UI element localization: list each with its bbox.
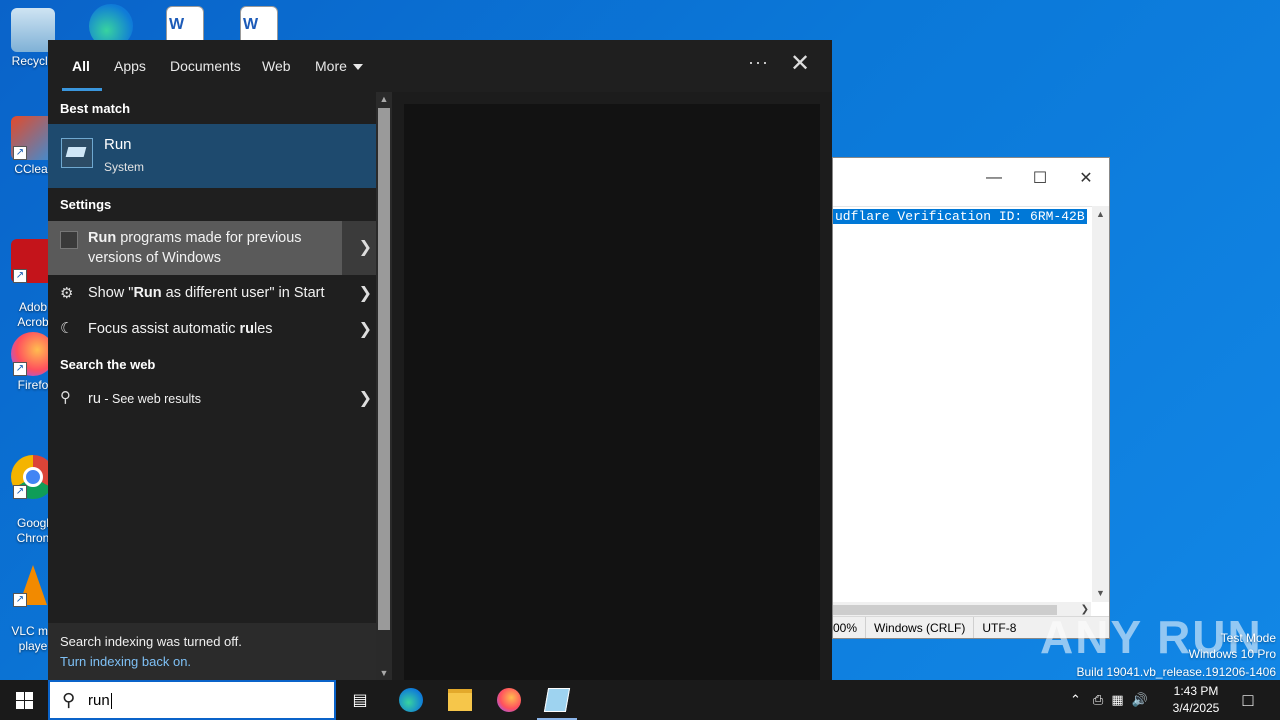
search-icon: ⚲: [62, 690, 76, 710]
web-search-result[interactable]: ⚲ ru - See web results ❯: [48, 382, 376, 416]
watermark-line1: Test Mode: [1220, 631, 1276, 645]
chevron-right-icon: ❯: [358, 285, 372, 302]
shortcut-arrow-icon: ↗: [13, 593, 27, 607]
scroll-down-icon[interactable]: ▼: [1092, 585, 1109, 602]
run-app-icon: [61, 138, 93, 168]
best-match-run[interactable]: Run System: [48, 124, 376, 188]
search-tabs: All Apps Documents Web More ··· ✕: [48, 40, 832, 92]
firefox-taskbar-icon[interactable]: [495, 686, 523, 714]
watermark-line3: Build 19041.vb_release.191206-1406: [1076, 665, 1277, 679]
settings-item-label: Run programs made for previous versions …: [88, 230, 302, 266]
moon-icon: ☾: [60, 320, 74, 337]
section-header-best-match: Best match: [60, 101, 131, 116]
web-result-label: ru - See web results: [88, 391, 201, 407]
chevron-right-icon: ❯: [358, 390, 372, 407]
taskbar-clock[interactable]: 1:43 PM 3/4/2025: [1168, 683, 1224, 717]
notepad-editor[interactable]: udflare Verification ID: 6RM-42B: [833, 206, 1091, 602]
watermark-line2: Windows 10 Pro: [1188, 647, 1276, 661]
task-view-icon[interactable]: ▤: [346, 686, 374, 714]
chevron-right-icon: ❯: [358, 239, 372, 256]
scroll-thumb[interactable]: [833, 605, 1057, 615]
tools-icon: ⚙: [60, 285, 74, 302]
taskbar: ⚲ run ▤ ⌃ ⎙ ▦ 🔊 1:43 PM 3/4/2025 □: [0, 680, 1280, 720]
scroll-down-icon[interactable]: ▼: [376, 668, 392, 678]
tab-apps[interactable]: Apps: [114, 58, 146, 74]
preview-content: [404, 104, 820, 680]
turn-indexing-on-link[interactable]: Turn indexing back on.: [60, 654, 191, 669]
notepad-titlebar[interactable]: — ☐ ✕: [833, 158, 1109, 198]
maximize-button[interactable]: ☐: [1017, 163, 1063, 193]
notepad-window[interactable]: — ☐ ✕ udflare Verification ID: 6RM-42B ▲…: [832, 157, 1110, 639]
taskbar-search-input[interactable]: ⚲ run: [48, 680, 336, 720]
active-tab-indicator: [62, 88, 102, 91]
scroll-up-icon[interactable]: ▲: [1092, 206, 1109, 223]
network-icon[interactable]: ▦: [1111, 692, 1123, 708]
notepad-vertical-scrollbar[interactable]: ▲ ▼: [1092, 206, 1109, 602]
edge-taskbar-icon[interactable]: [397, 686, 425, 714]
tab-web[interactable]: Web: [262, 58, 291, 74]
shortcut-arrow-icon: ↗: [13, 362, 27, 376]
system-tray: ⌃ ⎙ ▦ 🔊: [1070, 680, 1148, 720]
close-icon[interactable]: ✕: [786, 50, 814, 78]
settings-item-run-programs-previous-versions[interactable]: Run programs made for previous versions …: [48, 221, 376, 275]
start-search-panel[interactable]: All Apps Documents Web More ··· ✕ Best m…: [48, 40, 832, 680]
more-options-icon[interactable]: ···: [748, 52, 769, 73]
tab-documents[interactable]: Documents: [170, 58, 241, 74]
start-button[interactable]: [0, 680, 48, 720]
windows-logo-icon: [15, 691, 33, 709]
best-match-title: Run: [104, 136, 132, 153]
clock-time: 1:43 PM: [1173, 684, 1219, 698]
notifications-icon[interactable]: □: [1234, 686, 1262, 714]
section-header-search-web: Search the web: [60, 357, 156, 372]
status-zoom: 00%: [833, 620, 858, 635]
minimize-button[interactable]: —: [971, 163, 1017, 193]
shortcut-arrow-icon: ↗: [13, 485, 27, 499]
chevron-right-icon: ❯: [358, 321, 372, 338]
search-query: run: [88, 692, 112, 710]
chevron-down-icon: [352, 64, 363, 71]
shortcut-arrow-icon: ↗: [13, 269, 27, 283]
results-scrollbar[interactable]: ▲ ▼: [376, 92, 392, 680]
file-explorer-icon[interactable]: [446, 686, 474, 714]
compatibility-settings-icon: [60, 231, 78, 249]
settings-item-label: Focus assist automatic rules: [88, 321, 273, 337]
search-footer: Search indexing was turned off. Turn ind…: [48, 623, 376, 680]
shortcut-arrow-icon: ↗: [13, 146, 27, 160]
device-icon[interactable]: ⎙: [1093, 692, 1103, 708]
search-icon: ⚲: [60, 389, 71, 406]
search-results-list: Best match Run System Settings Run progr…: [48, 92, 376, 623]
settings-item-focus-assist[interactable]: ☾ Focus assist automatic rules ❯: [48, 311, 376, 347]
selected-text: udflare Verification ID: 6RM-42B: [833, 209, 1087, 224]
close-button[interactable]: ✕: [1063, 163, 1109, 193]
settings-item-run-as-different-user[interactable]: ⚙ Show "Run as different user" in Start …: [48, 275, 376, 311]
scroll-thumb[interactable]: [378, 108, 390, 630]
scroll-up-icon[interactable]: ▲: [376, 94, 392, 104]
section-header-settings: Settings: [60, 197, 112, 212]
status-line-endings: Windows (CRLF): [865, 617, 973, 638]
volume-icon[interactable]: 🔊: [1132, 692, 1148, 708]
indexing-status-text: Search indexing was turned off.: [60, 634, 242, 649]
chevron-up-icon[interactable]: ⌃: [1070, 692, 1081, 708]
tab-all[interactable]: All: [72, 58, 90, 74]
settings-item-label: Show "Run as different user" in Start: [88, 285, 325, 301]
tab-more[interactable]: More: [315, 58, 363, 74]
status-encoding: UTF-8: [973, 617, 1024, 638]
best-match-subtitle: System: [104, 160, 145, 174]
clock-date: 3/4/2025: [1172, 701, 1220, 715]
notepad-taskbar-icon[interactable]: [537, 686, 577, 720]
tab-more-label: More: [315, 58, 347, 74]
